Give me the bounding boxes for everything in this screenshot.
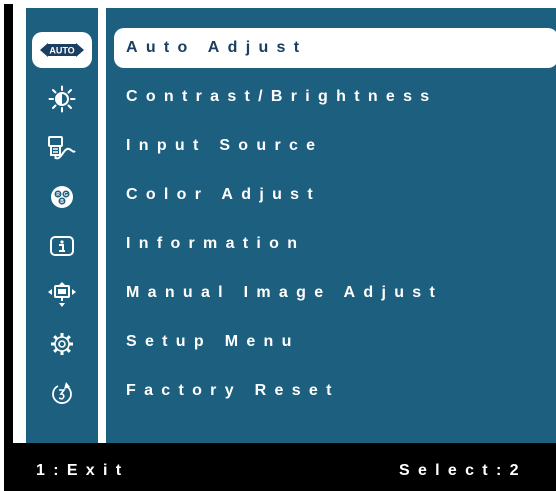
- sidebar-item-manual-image-adjust[interactable]: [26, 276, 98, 314]
- setup-gear-icon: [51, 333, 73, 355]
- menu-item-manual-image-adjust[interactable]: Manual Image Adjust: [114, 273, 556, 313]
- menu-item-auto-adjust[interactable]: Auto Adjust: [114, 28, 556, 68]
- menu-item-input-source[interactable]: Input Source: [114, 126, 556, 166]
- footer-bar: 1:Exit Select:2: [4, 451, 556, 491]
- menu-item-information[interactable]: Information: [114, 224, 556, 264]
- sidebar-item-setup[interactable]: [26, 325, 98, 363]
- icon-sidebar: AUTO R G B: [26, 8, 98, 443]
- sidebar-item-auto[interactable]: AUTO: [26, 31, 98, 69]
- svg-text:B: B: [60, 199, 64, 205]
- sidebar-item-color-adjust[interactable]: R G B: [26, 178, 98, 216]
- menu-item-contrast-brightness[interactable]: Contrast/Brightness: [114, 77, 556, 117]
- svg-text:R: R: [56, 192, 60, 198]
- menu-item-factory-reset[interactable]: Factory Reset: [114, 371, 556, 411]
- exit-hint: 1:Exit: [36, 462, 130, 479]
- osd-menu: AUTO R G B Auto Adjust Contrast/Brightne…: [4, 4, 556, 491]
- input-source-icon: [48, 136, 76, 160]
- sidebar-item-information[interactable]: [26, 227, 98, 265]
- information-icon: [50, 236, 74, 256]
- auto-icon: AUTO: [40, 43, 84, 57]
- brightness-icon: [48, 85, 76, 113]
- sidebar-item-input-source[interactable]: [26, 129, 98, 167]
- color-adjust-icon: R G B: [51, 186, 73, 208]
- menu-list: Auto Adjust Contrast/Brightness Input So…: [106, 8, 556, 443]
- svg-text:AUTO: AUTO: [49, 46, 74, 56]
- sidebar-item-factory-reset[interactable]: [26, 374, 98, 412]
- osd-panel: AUTO R G B Auto Adjust Contrast/Brightne…: [13, 4, 556, 443]
- svg-text:G: G: [64, 192, 68, 198]
- select-hint: Select:2: [399, 462, 527, 479]
- menu-item-color-adjust[interactable]: Color Adjust: [114, 175, 556, 215]
- factory-reset-icon: [52, 382, 72, 404]
- sidebar-item-brightness[interactable]: [26, 80, 98, 118]
- manual-image-adjust-icon: [48, 282, 76, 307]
- menu-item-setup-menu[interactable]: Setup Menu: [114, 322, 556, 362]
